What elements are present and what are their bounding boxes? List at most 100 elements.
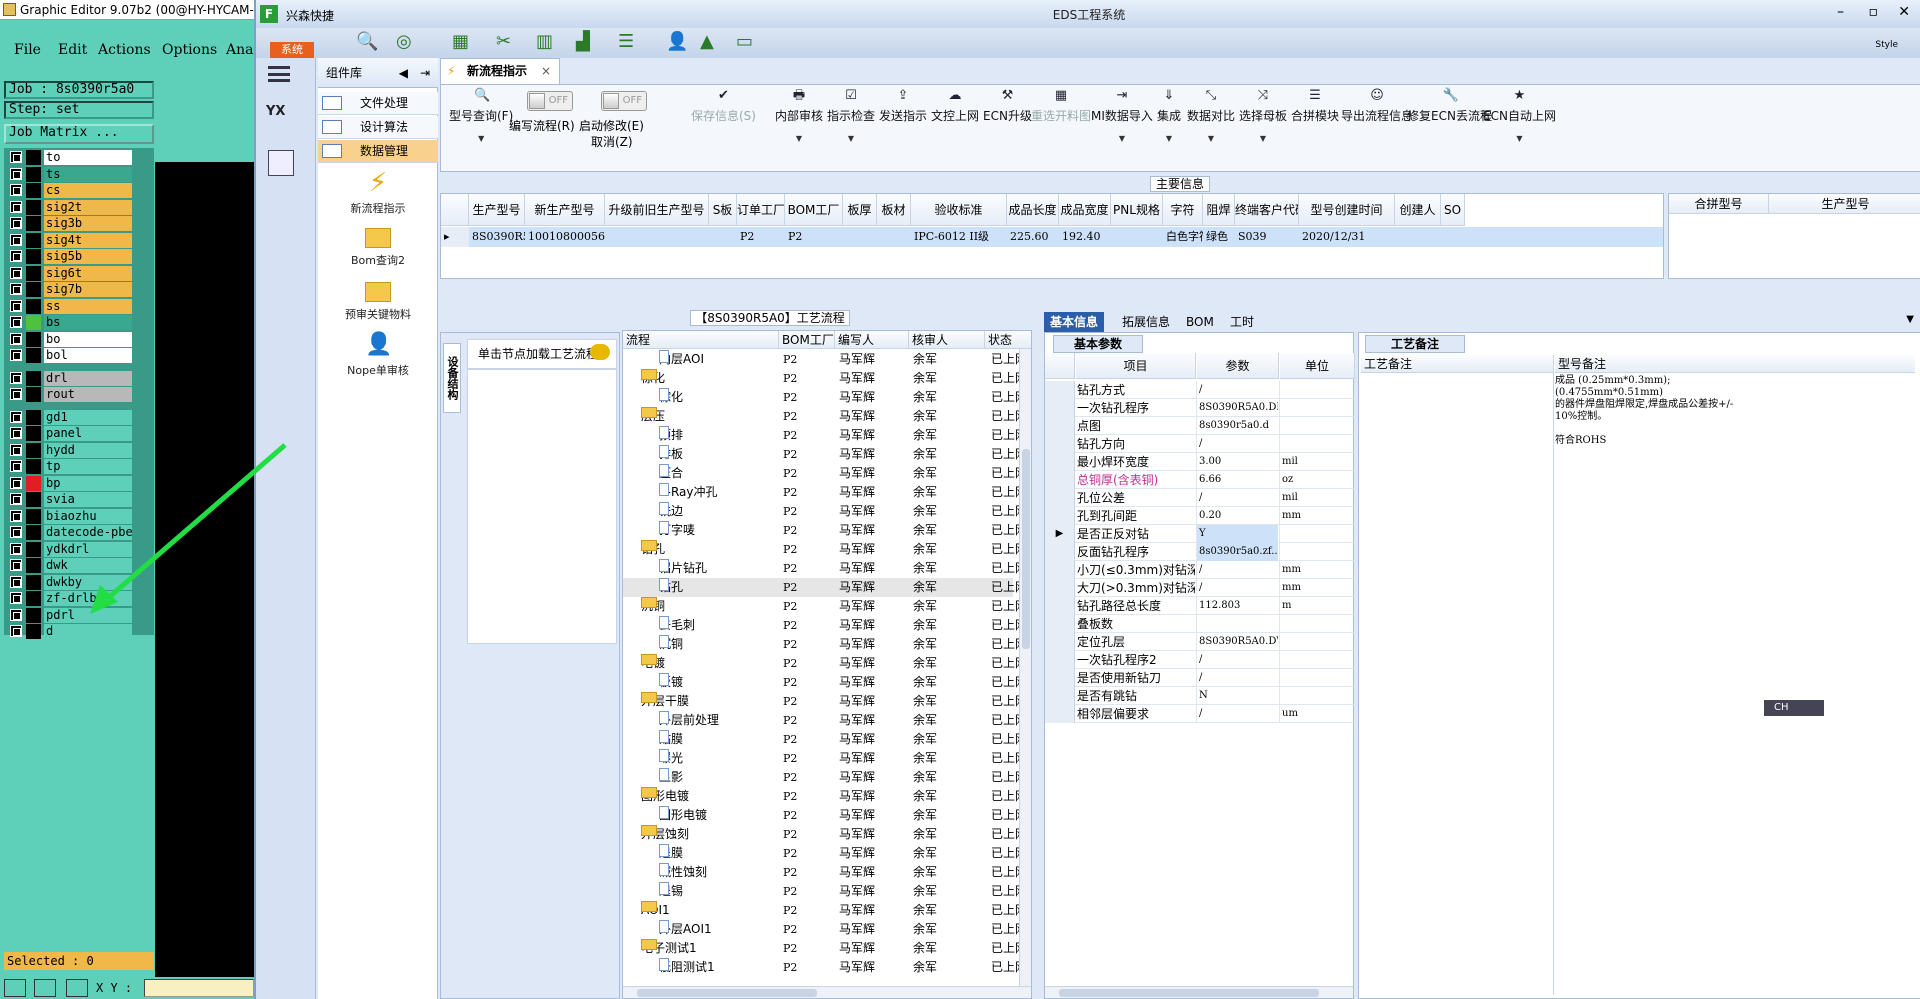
layer-row[interactable]: drl [10,370,132,386]
toggle-start-modify[interactable]: OFF [601,91,647,111]
flow-tree-node[interactable]: 内层AOI [623,350,777,369]
flow-tree-node[interactable]: −钻孔 [623,540,777,559]
toolbar-button[interactable]: ✔ 保存信息(S) [691,89,756,124]
flow-row[interactable]: 棕化 P2 马军辉 余军 已上网 [623,388,1027,407]
flow-tree-node[interactable]: −沉铜 [623,597,777,616]
layer-checkbox[interactable] [10,509,22,522]
menu-actions[interactable]: Actions [98,42,151,58]
param-value[interactable]: 8S0390R5A0.DRL [1196,399,1278,417]
tab-0[interactable]: 基本信息 [1044,312,1105,332]
param-value[interactable]: 6.66 [1196,471,1278,489]
layer-checkbox[interactable] [10,592,22,604]
param-row[interactable]: 孔到孔间距 0.20 mm [1045,507,1355,525]
grid-header-cell[interactable]: BOM工厂 [785,194,843,226]
param-value[interactable]: 3.00 [1196,453,1278,471]
xy-input[interactable] [144,979,254,997]
toolbar-button[interactable]: ★ ECN自动上网 ▼ [1483,89,1556,144]
param-value[interactable]: / [1196,579,1278,597]
layer-checkbox[interactable] [10,332,22,345]
layer-checkbox[interactable] [10,184,22,196]
layer-checkbox[interactable] [10,559,22,571]
layer-row[interactable]: sig5b [10,249,132,264]
toolbar-button[interactable]: ☑ 指示检查 ▼ [827,89,875,144]
flow-tree-node[interactable]: 低阻测试1 [623,958,777,977]
layer-checkbox[interactable] [10,575,22,588]
flow-tree-node[interactable]: 排板 [623,445,777,464]
zoom-icon[interactable] [4,979,26,997]
measure-icon[interactable] [34,979,56,997]
layer-checkbox[interactable] [10,316,22,328]
grid-cell[interactable]: 白色字符 [1163,227,1203,247]
grid-header-cell[interactable]: 创建人 [1395,194,1441,226]
grid-header-cell[interactable]: 验收标准 [911,194,1007,226]
menu-edit[interactable]: Edit [58,42,87,58]
grid-cell[interactable] [1395,227,1441,247]
flow-tree-node[interactable]: X-Ray冲孔 [623,483,777,502]
toolbar-button[interactable]: ⤡ 数据对比 ▼ [1187,89,1235,144]
layer-checkbox[interactable] [10,493,22,505]
item-precheck-materials[interactable]: 预审关键物料 [318,278,438,322]
pin-icon[interactable]: ⇥ [420,58,430,88]
layer-row[interactable]: cs [10,183,132,198]
param-row[interactable]: 小刀(≤0.3mm)对钻深度/mm [1045,561,1355,579]
layer-name[interactable]: sig6t [44,265,132,281]
layer-row[interactable]: bs [10,315,132,330]
flow-row[interactable]: 铝片钻孔 P2 马军辉 余军 已上网 [623,559,1027,578]
param-value[interactable]: / [1196,435,1278,453]
layer-checkbox[interactable] [10,266,22,279]
calculator-icon[interactable] [268,150,294,176]
flow-tree-node[interactable]: 去毛刺 [623,616,777,635]
nav-file-processing[interactable]: 文件处理 [318,92,438,115]
flow-row[interactable]: X-Ray冲孔 P2 马军辉 余军 已上网 [623,483,1027,502]
chevron-down-icon[interactable]: ▼ [1483,134,1556,143]
param-row[interactable]: 定位孔层 8S0390R5A0.DWK [1045,633,1355,651]
param-value[interactable]: / [1196,561,1278,579]
flow-tree-node[interactable]: −图形电镀 [623,787,777,806]
layer-row[interactable]: ts [10,166,132,182]
flow-tree-node[interactable]: −电镀 [623,654,777,673]
film-icon[interactable]: ▥ [536,31,562,53]
ime-indicator[interactable]: CH [1764,700,1824,716]
layer-checkbox[interactable] [10,217,22,229]
scissors-icon[interactable]: ✂ [496,31,522,53]
flow-row[interactable]: −外层蚀刻P2马军辉余军已上网 [623,825,1027,844]
flow-row[interactable]: −图形电镀P2马军辉余军已上网 [623,787,1027,806]
param-value[interactable]: Y [1196,525,1278,543]
flow-row[interactable]: −电子测试1P2马军辉余军已上网 [623,939,1027,958]
maximize-button[interactable]: ▫ [1869,4,1879,20]
layer-row[interactable]: sig2t [10,199,132,215]
layer-name[interactable]: to [44,150,132,165]
user-icon[interactable]: 👤 [666,31,692,53]
flow-row[interactable]: 显影 P2 马军辉 余军 已上网 [623,768,1027,787]
flow-header-cell[interactable]: 编写人 [835,331,909,349]
flow-tree-node[interactable]: −外层干膜 [623,692,777,711]
grid-cell[interactable]: S039 [1235,227,1299,247]
flow-tree-node[interactable]: 钻孔 [623,578,777,597]
flow-row[interactable]: 去毛刺 P2 马军辉 余军 已上网 [623,616,1027,635]
grid-cell[interactable] [709,227,737,247]
flow-row[interactable]: 退膜 P2 马军辉 余军 已上网 [623,844,1027,863]
chevron-down-icon[interactable]: ▼ [1239,134,1287,143]
grid-header-cell[interactable]: 升级前旧生产型号 [605,194,709,226]
job-matrix-button[interactable]: Job Matrix ... [4,124,154,144]
monitor-icon[interactable]: ▭ [736,31,762,53]
layer-checkbox[interactable] [10,443,22,456]
grid-header-cell[interactable]: S板 [709,194,737,226]
layer-name[interactable]: bol [44,348,132,363]
flow-tree-node[interactable]: 铝片钻孔 [623,559,777,578]
param-value[interactable]: 8s0390r5a0.zf... [1196,543,1278,561]
layer-checkbox[interactable] [10,410,22,423]
toolbar-button[interactable]: 🔧 修复ECN丢流程 [1407,89,1492,124]
flow-row[interactable]: 图形电镀 P2 马军辉 余军 已上网 [623,806,1027,825]
grid-cell[interactable]: 192.40 [1059,227,1111,247]
layer-row[interactable]: sig3b [10,216,132,231]
flow-row[interactable]: 钻孔 P2 马军辉 余军 已上网 [623,578,1027,597]
list-icon[interactable]: ☰ [618,31,644,53]
hamburger-icon[interactable] [268,66,290,82]
layer-checkbox[interactable] [10,151,22,163]
tab-2[interactable]: BOM [1180,312,1220,332]
flow-row[interactable]: 内层AOI P2 马军辉 余军 已上网 [623,350,1027,369]
layer-checkbox[interactable] [10,526,22,538]
param-row[interactable]: 叠板数 [1045,615,1355,633]
item-new-flow[interactable]: ⚡ 新流程指示 [318,170,438,216]
